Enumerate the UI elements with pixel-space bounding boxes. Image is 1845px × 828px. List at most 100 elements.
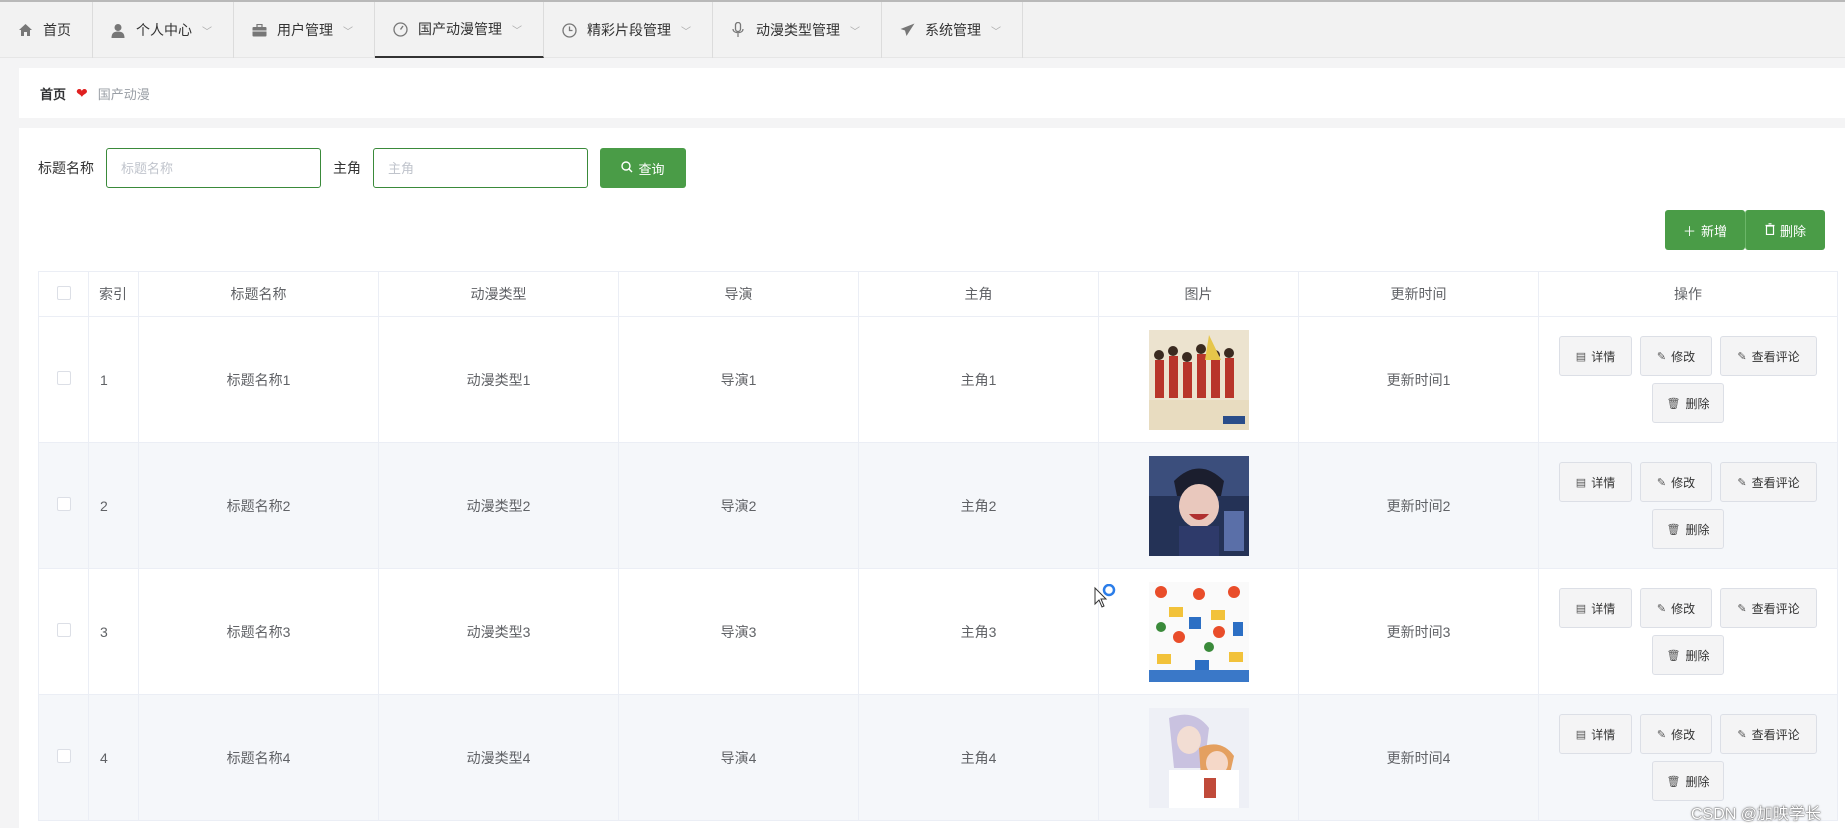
delete-button[interactable]: 🗑 删除 [1652, 509, 1724, 549]
row-checkbox[interactable] [56, 749, 71, 763]
cell-type: 动漫类型3 [378, 568, 619, 695]
nav-item-anime-type-management[interactable]: 动漫类型管理 ﹀ [713, 2, 882, 58]
nav-item-label: 用户管理 [277, 22, 333, 38]
mouse-cursor-icon [1094, 584, 1116, 608]
breadcrumb-home[interactable]: 首页 [40, 84, 66, 103]
anime-thumbnail[interactable] [1148, 329, 1249, 430]
microphone-icon [730, 22, 746, 38]
heart-icon: ❤ [76, 84, 88, 101]
delete-button-label: 删除 [1685, 648, 1710, 663]
column-header-type: 动漫类型 [378, 271, 619, 317]
chevron-down-icon: ﹀ [681, 26, 691, 38]
query-button[interactable]: 查询 [600, 148, 686, 188]
table-row: 3 标题名称3 动漫类型3 导演3 主角3 更新时间3 ▤ 详情 ✎ 修改 ✎ … [38, 568, 1838, 695]
table-row: 2 标题名称2 动漫类型2 导演2 主角2 更新时间2 ▤ 详情 ✎ 修改 ✎ … [38, 442, 1838, 569]
row-checkbox[interactable] [56, 497, 71, 511]
cell-type: 动漫类型2 [378, 442, 619, 569]
pencil-icon: ✎ [1737, 350, 1747, 363]
cell-actions: ▤ 详情 ✎ 修改 ✎ 查看评论 🗑 删除 [1538, 316, 1838, 443]
bulk-actions: ＋ 新增 删除 [1665, 210, 1825, 250]
main-content: 标题名称 主角 查询 ＋ 新增 删除 索引 [19, 128, 1845, 828]
column-header-updated: 更新时间 [1298, 271, 1539, 317]
anime-thumbnail[interactable] [1148, 581, 1249, 682]
pencil-icon: ✎ [1737, 602, 1747, 615]
add-button-label: 新增 [1701, 223, 1728, 239]
edit-button[interactable]: ✎ 修改 [1640, 588, 1712, 628]
title-search-input[interactable] [106, 148, 321, 188]
watermark: CSDN @加映学长 [1691, 806, 1822, 823]
detail-button[interactable]: ▤ 详情 [1559, 714, 1632, 754]
send-icon [899, 22, 915, 38]
lead-search-label: 主角 [333, 160, 361, 176]
nav-item-label: 国产动漫管理 [418, 21, 502, 37]
cell-image [1098, 694, 1299, 821]
cell-title: 标题名称1 [138, 316, 379, 443]
detail-button[interactable]: ▤ 详情 [1559, 588, 1632, 628]
column-header-index: 索引 [88, 271, 139, 317]
bulk-delete-button[interactable]: 删除 [1745, 210, 1825, 250]
bulk-delete-button-label: 删除 [1779, 223, 1806, 239]
detail-button[interactable]: ▤ 详情 [1559, 462, 1632, 502]
nav-item-personal-center[interactable]: 个人中心 ﹀ [93, 2, 234, 58]
detail-button[interactable]: ▤ 详情 [1559, 336, 1632, 376]
cell-image [1098, 568, 1299, 695]
view-comments-button[interactable]: ✎ 查看评论 [1720, 588, 1817, 628]
delete-button[interactable]: 🗑 删除 [1652, 761, 1724, 801]
view-comments-button-label: 查看评论 [1751, 601, 1800, 616]
row-checkbox[interactable] [56, 371, 71, 385]
select-all-checkbox[interactable] [56, 285, 71, 300]
edit-button[interactable]: ✎ 修改 [1640, 336, 1712, 376]
row-checkbox[interactable] [56, 623, 71, 637]
lead-search-input[interactable] [373, 148, 588, 188]
cell-type: 动漫类型1 [378, 316, 619, 443]
add-button[interactable]: ＋ 新增 [1665, 210, 1745, 250]
cell-actions: ▤ 详情 ✎ 修改 ✎ 查看评论 🗑 删除 [1538, 442, 1838, 569]
view-comments-button[interactable]: ✎ 查看评论 [1720, 336, 1817, 376]
cell-lead: 主角3 [858, 568, 1099, 695]
trash-icon: 🗑 [1666, 523, 1681, 536]
delete-button-label: 删除 [1685, 522, 1710, 537]
delete-button-label: 删除 [1685, 774, 1710, 789]
column-header-actions: 操作 [1538, 271, 1838, 317]
pencil-icon: ✎ [1656, 602, 1667, 615]
trash-icon: 🗑 [1666, 649, 1681, 662]
edit-button-label: 修改 [1671, 475, 1696, 490]
delete-button[interactable]: 🗑 删除 [1652, 383, 1724, 423]
nav-item-anime-management[interactable]: 国产动漫管理 ﹀ [375, 2, 544, 58]
cell-updated: 更新时间1 [1298, 316, 1539, 443]
delete-button[interactable]: 🗑 删除 [1652, 635, 1724, 675]
plus-icon: ＋ [1682, 223, 1696, 239]
edit-button[interactable]: ✎ 修改 [1640, 714, 1712, 754]
nav-item-label: 动漫类型管理 [756, 22, 840, 38]
cell-lead: 主角1 [858, 316, 1099, 443]
pencil-icon: ✎ [1656, 350, 1667, 363]
cell-lead: 主角4 [858, 694, 1099, 821]
cell-director: 导演2 [618, 442, 859, 569]
pencil-icon: ✎ [1737, 728, 1747, 741]
row-select-cell [38, 694, 89, 821]
edit-button-label: 修改 [1671, 727, 1696, 742]
view-comments-button[interactable]: ✎ 查看评论 [1720, 462, 1817, 502]
pencil-icon: ✎ [1656, 476, 1667, 489]
nav-item-system-management[interactable]: 系统管理 ﹀ [882, 2, 1023, 58]
nav-item-label: 系统管理 [925, 22, 981, 38]
nav-item-user-management[interactable]: 用户管理 ﹀ [234, 2, 375, 58]
cell-title: 标题名称3 [138, 568, 379, 695]
trash-icon [1765, 222, 1775, 238]
trash-icon: 🗑 [1666, 775, 1681, 788]
nav-item-highlights-management[interactable]: 精彩片段管理 ﹀ [544, 2, 713, 58]
anime-thumbnail[interactable] [1148, 455, 1249, 556]
view-comments-button-label: 查看评论 [1751, 349, 1800, 364]
cell-lead: 主角2 [858, 442, 1099, 569]
anime-thumbnail[interactable] [1148, 707, 1249, 808]
nav-item-home[interactable]: 首页 [0, 2, 93, 58]
view-comments-button-label: 查看评论 [1751, 475, 1800, 490]
view-comments-button[interactable]: ✎ 查看评论 [1720, 714, 1817, 754]
cell-image [1098, 442, 1299, 569]
chevron-down-icon: ﹀ [512, 25, 522, 37]
detail-button-label: 详情 [1591, 475, 1616, 490]
detail-button-label: 详情 [1591, 727, 1616, 742]
edit-button[interactable]: ✎ 修改 [1640, 462, 1712, 502]
cell-type: 动漫类型4 [378, 694, 619, 821]
select-all-cell [38, 271, 89, 317]
